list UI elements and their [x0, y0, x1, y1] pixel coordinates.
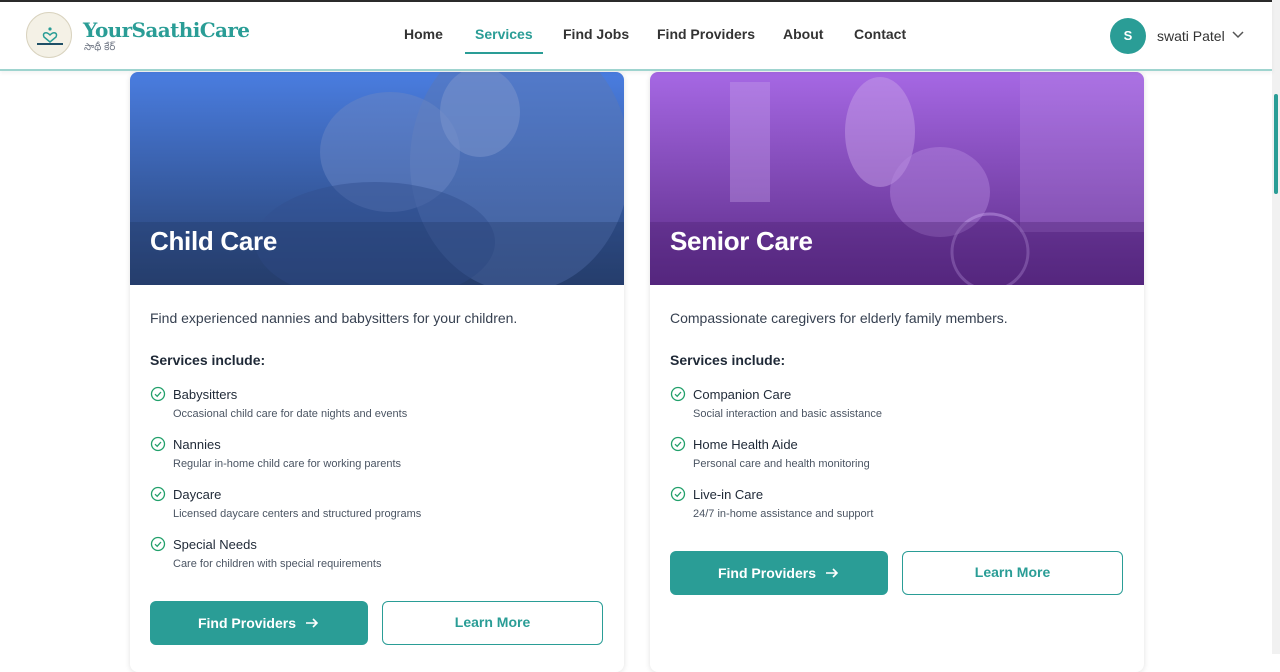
arrow-right-icon	[826, 568, 839, 578]
service-description: Occasional child care for date nights an…	[173, 408, 408, 420]
card-hero-image: Child Care	[130, 72, 624, 285]
service-name: Special Needs	[173, 537, 257, 552]
service-name: Live-in Care	[693, 487, 764, 502]
brand-name[interactable]: YourSaathiCare	[83, 18, 250, 42]
service-card-child-care: Child Care Find experienced nannies and …	[130, 72, 624, 672]
service-description: 24/7 in-home assistance and support	[693, 508, 874, 520]
card-description: Compassionate caregivers for elderly fam…	[670, 310, 1008, 326]
card-description: Find experienced nannies and babysitters…	[150, 310, 518, 326]
learn-more-button[interactable]: Learn More	[902, 551, 1123, 595]
check-circle-icon	[670, 486, 686, 502]
service-card-senior-care: Senior Care Compassionate caregivers for…	[650, 72, 1144, 672]
nav-about[interactable]: About	[783, 26, 823, 42]
logo[interactable]	[26, 12, 72, 58]
service-description: Licensed daycare centers and structured …	[173, 508, 422, 520]
service-description: Regular in-home child care for working p…	[173, 458, 402, 470]
card-hero-image: Senior Care	[650, 72, 1144, 285]
list-item: Daycare Licensed daycare centers and str…	[150, 486, 610, 530]
brand-subtitle: సాథీ కేర్	[84, 42, 116, 53]
arrow-right-icon	[306, 618, 319, 628]
service-description: Social interaction and basic assistance	[693, 408, 882, 420]
check-circle-icon	[670, 386, 686, 402]
nav-contact[interactable]: Contact	[854, 26, 906, 42]
list-item: Home Health Aide Personal care and healt…	[670, 436, 1130, 480]
check-circle-icon	[150, 436, 166, 452]
list-item: Babysitters Occasional child care for da…	[150, 386, 610, 430]
services-heading: Services include:	[670, 352, 786, 368]
service-name: Daycare	[173, 487, 222, 502]
service-name: Nannies	[173, 437, 221, 452]
button-label: Find Providers	[197, 615, 297, 631]
user-avatar[interactable]: S	[1110, 18, 1146, 54]
card-title: Child Care	[150, 226, 278, 256]
learn-more-button[interactable]: Learn More	[382, 601, 603, 645]
check-circle-icon	[150, 536, 166, 552]
service-description: Personal care and health monitoring	[693, 458, 870, 470]
list-item: Special Needs Care for children with spe…	[150, 536, 610, 580]
check-circle-icon	[150, 486, 166, 502]
nav-services[interactable]: Services	[475, 26, 533, 42]
service-name: Home Health Aide	[693, 437, 798, 452]
heart-logo-icon	[37, 27, 63, 45]
site-header: YourSaathiCare సాథీ కేర్ Home Services F…	[0, 2, 1272, 71]
nav-find-providers[interactable]: Find Providers	[657, 26, 755, 42]
check-circle-icon	[150, 386, 166, 402]
nav-find-jobs[interactable]: Find Jobs	[563, 26, 629, 42]
list-item: Companion Care Social interaction and ba…	[670, 386, 1130, 430]
service-description: Care for children with special requireme…	[173, 558, 382, 570]
list-item: Live-in Care 24/7 in-home assistance and…	[670, 486, 1130, 530]
find-providers-button[interactable]: Find Providers	[670, 551, 888, 595]
user-name[interactable]: swati Patel	[1157, 28, 1225, 44]
service-name: Babysitters	[173, 387, 238, 402]
nav-home[interactable]: Home	[404, 26, 443, 42]
find-providers-button[interactable]: Find Providers	[150, 601, 368, 645]
chevron-down-icon[interactable]	[1231, 28, 1245, 42]
services-heading: Services include:	[150, 352, 266, 368]
check-circle-icon	[670, 436, 686, 452]
card-title: Senior Care	[670, 226, 813, 256]
list-item: Nannies Regular in-home child care for w…	[150, 436, 610, 480]
scrollbar-thumb[interactable]	[1274, 94, 1278, 194]
service-name: Companion Care	[693, 387, 792, 402]
button-label: Find Providers	[717, 565, 817, 581]
active-nav-underline	[465, 52, 543, 54]
